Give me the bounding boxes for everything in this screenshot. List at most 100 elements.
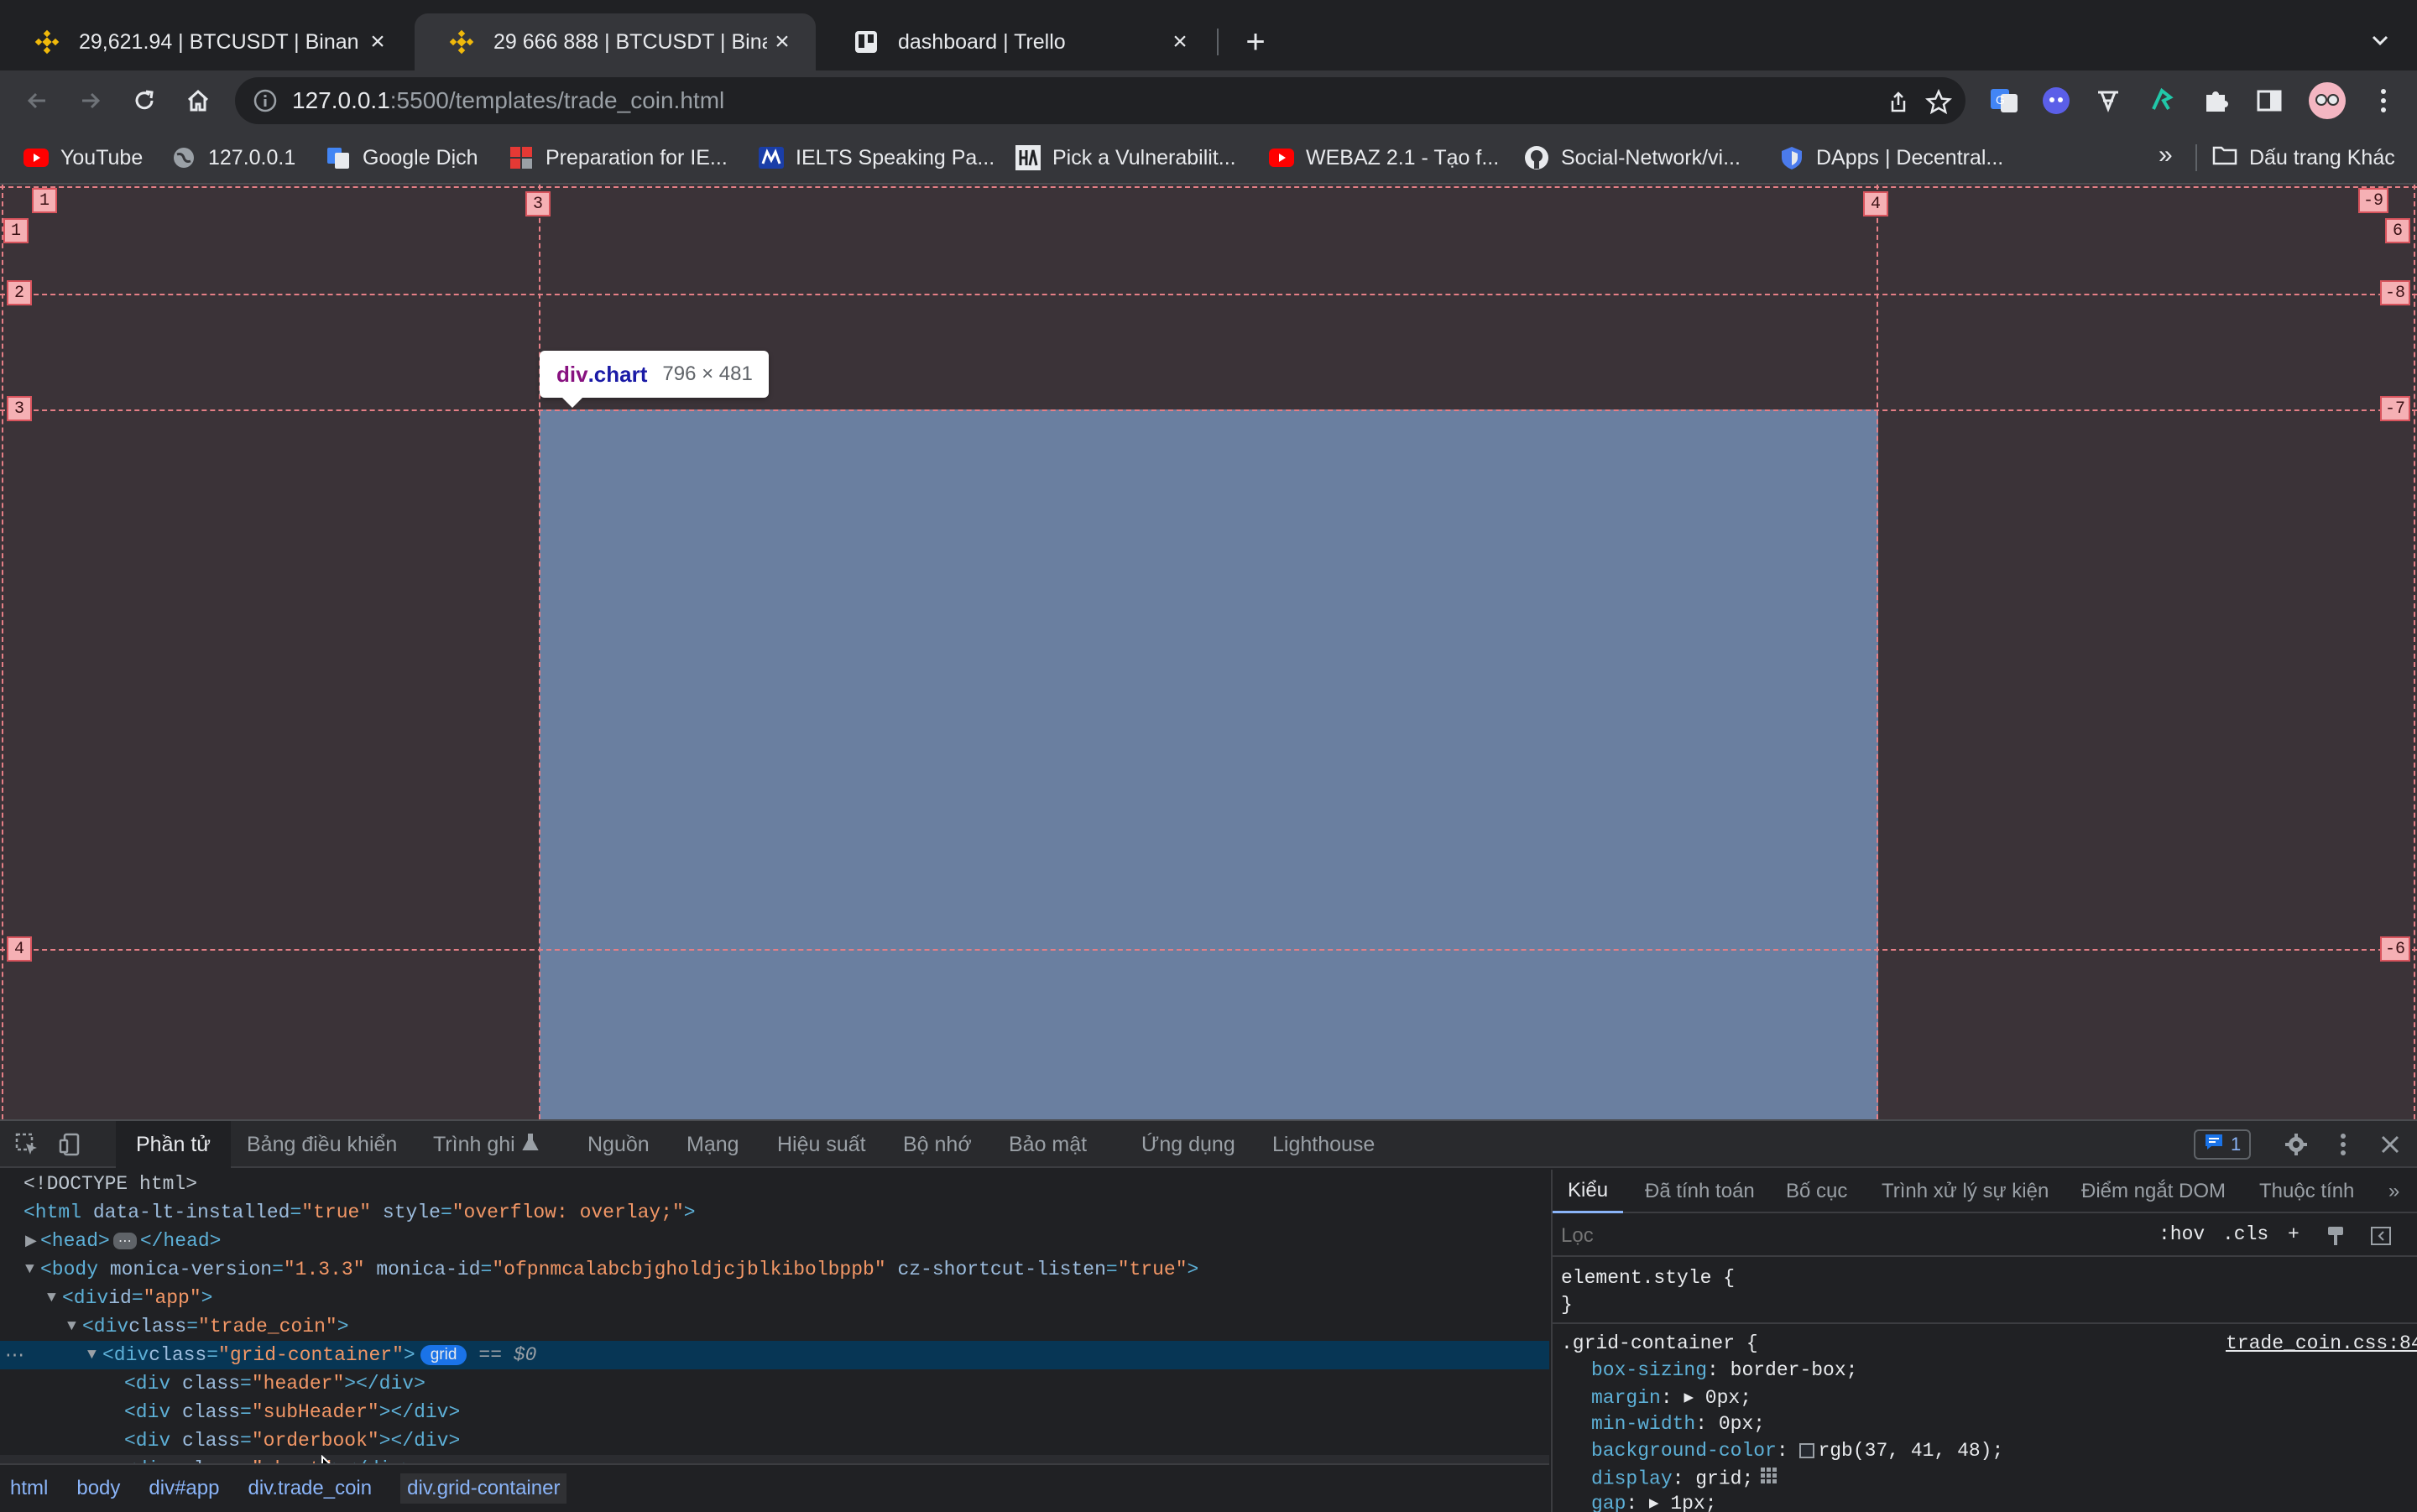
bookmark-other-folder[interactable]: Dấu trang Khác xyxy=(2212,143,2395,173)
puzzle-icon[interactable] xyxy=(2199,84,2232,117)
close-icon[interactable]: × xyxy=(1165,27,1195,57)
breadcrumb-item[interactable]: body xyxy=(76,1477,120,1500)
hov-toggle[interactable]: :hov xyxy=(2159,1223,2205,1245)
gear-icon[interactable] xyxy=(2281,1129,2311,1160)
ellipsis-icon[interactable]: ⋯ xyxy=(5,1344,24,1367)
side-panel-icon[interactable] xyxy=(2253,84,2286,117)
reload-icon[interactable] xyxy=(126,82,163,119)
expand-arrow-icon[interactable]: ▶ xyxy=(25,1232,40,1250)
bookmark-vulnerability[interactable]: Pick a Vulnerabilit... xyxy=(1015,143,1236,173)
breadcrumb-item[interactable]: div.trade_coin xyxy=(248,1477,372,1500)
sidebar-toggle-icon[interactable] xyxy=(2370,1225,2392,1253)
new-tab-button[interactable]: + xyxy=(1237,23,1274,60)
forward-icon[interactable] xyxy=(72,82,109,119)
styles-filter-input[interactable] xyxy=(1561,1220,2014,1252)
bookmark-ielts-prep[interactable]: Preparation for IE... xyxy=(509,143,728,173)
bookmark-dapps[interactable]: DApps | Decentral... xyxy=(1779,143,2003,173)
tab-layout[interactable]: Bố cục xyxy=(1786,1170,1847,1213)
back-icon[interactable] xyxy=(18,82,55,119)
tab-application[interactable]: Ứng dụng xyxy=(1141,1121,1235,1168)
close-icon[interactable]: × xyxy=(363,27,393,57)
css-declaration[interactable]: min-width: 0px; xyxy=(1591,1413,1765,1435)
css-declaration[interactable]: gap: ▸ 1px; xyxy=(1591,1492,1717,1512)
address-bar[interactable]: 127.0.0.1:5500/templates/trade_coin.html xyxy=(235,77,1965,124)
dom-node-grid-container[interactable]: ⋯ ▼ <div class = "grid-container" > grid == $0 xyxy=(0,1341,1549,1369)
more-tabs-icon[interactable]: » xyxy=(2388,1170,2399,1213)
dom-node-subheader[interactable]: <div class = "subHeader" ></div> xyxy=(0,1398,1549,1426)
dom-node-chart[interactable]: <div class="chart"></div> xyxy=(0,1455,1549,1463)
dom-node-orderbook[interactable]: <div class = "orderbook" ></div> xyxy=(0,1426,1549,1455)
css-source-link[interactable]: trade_coin.css:84 xyxy=(2226,1332,2417,1354)
dragon-icon[interactable] xyxy=(2145,84,2179,117)
chevron-down-icon[interactable] xyxy=(2365,25,2395,55)
tab-computed[interactable]: Đã tính toán xyxy=(1645,1170,1755,1213)
close-icon[interactable]: × xyxy=(767,27,797,57)
tab-performance[interactable]: Hiệu suất xyxy=(777,1121,866,1168)
collapse-arrow-icon[interactable]: ▼ xyxy=(87,1347,102,1363)
avatar[interactable] xyxy=(2308,81,2347,120)
collapse-arrow-icon[interactable]: ▼ xyxy=(25,1261,40,1278)
dom-node-head[interactable]: ▶ <head> ⋯ </head> xyxy=(0,1227,1549,1255)
css-declaration[interactable]: box-sizing: border-box; xyxy=(1591,1359,1857,1381)
bookmark-ielts-speaking[interactable]: IELTS Speaking Pa... xyxy=(759,143,994,173)
dom-node-header[interactable]: <div class = "header" ></div> xyxy=(0,1369,1549,1398)
tab-network[interactable]: Mạng xyxy=(686,1121,739,1168)
bookmark-google-translate[interactable]: Google Dịch xyxy=(326,143,478,173)
dom-node-trade-coin[interactable]: ▼ <div class = "trade_coin" > xyxy=(0,1312,1549,1341)
cls-toggle[interactable]: .cls xyxy=(2222,1223,2268,1245)
menu-kebab-icon[interactable] xyxy=(2367,84,2400,117)
dom-node-app[interactable]: ▼ <div id = "app" > xyxy=(0,1284,1549,1312)
css-selector[interactable]: .grid-container { xyxy=(1561,1332,1758,1354)
issues-badge[interactable]: 1 xyxy=(2194,1129,2252,1160)
tab-event-listeners[interactable]: Trình xử lý sự kiện xyxy=(1882,1170,2049,1213)
bookmarks-overflow-button[interactable]: » xyxy=(2159,141,2173,169)
tab-dom-breakpoints[interactable]: Điểm ngắt DOM xyxy=(2081,1170,2226,1213)
tab-properties[interactable]: Thuộc tính xyxy=(2259,1170,2354,1213)
tab-elements[interactable]: Phần tử xyxy=(116,1121,232,1168)
tab-console[interactable]: Bảng điều khiển xyxy=(247,1121,397,1168)
bookmark-localhost[interactable]: 127.0.0.1 xyxy=(171,143,295,173)
info-icon[interactable] xyxy=(252,87,279,114)
home-icon[interactable] xyxy=(180,82,217,119)
tab-sources[interactable]: Nguồn xyxy=(587,1121,650,1168)
breadcrumb-item-current[interactable]: div.grid-container xyxy=(400,1473,567,1504)
more-options-icon[interactable] xyxy=(2328,1129,2358,1160)
browser-tab[interactable]: 29,621.94 | BTCUSDT | Binan × xyxy=(0,13,411,70)
collapse-arrow-icon[interactable]: ▼ xyxy=(47,1290,62,1306)
grid-badge[interactable]: grid xyxy=(420,1345,467,1365)
tab-security[interactable]: Bảo mật xyxy=(1009,1121,1087,1168)
grid-editor-icon[interactable] xyxy=(1760,1467,1778,1491)
css-declaration[interactable]: display: grid; xyxy=(1591,1467,1778,1491)
color-swatch[interactable] xyxy=(1799,1442,1815,1458)
dictionary-icon[interactable] xyxy=(2091,84,2125,117)
bookmark-youtube[interactable]: YouTube xyxy=(23,143,143,173)
device-toolbar-icon[interactable] xyxy=(55,1129,86,1160)
share-icon[interactable] xyxy=(1882,86,1915,119)
browser-tab[interactable]: dashboard | Trello × xyxy=(819,13,1214,70)
element-style-rule[interactable]: element.style { xyxy=(1561,1267,1735,1289)
tab-recorder[interactable]: Trình ghi xyxy=(433,1121,539,1168)
dom-node-html[interactable]: <html data-lt-installed = "true" style = "ov… xyxy=(0,1198,1549,1227)
close-icon[interactable] xyxy=(2375,1129,2405,1160)
dom-node-body[interactable]: ▼ <body monica-version = "1.3.3" monica-id =… xyxy=(0,1255,1549,1284)
google-translate-icon[interactable]: G xyxy=(1987,84,2021,117)
breadcrumb-item[interactable]: div#app xyxy=(149,1477,219,1500)
tab-styles[interactable]: Kiểu xyxy=(1553,1170,1624,1213)
dom-node-doctype[interactable]: <!DOCTYPE html> xyxy=(0,1170,1549,1198)
collapse-arrow-icon[interactable]: ▼ xyxy=(67,1318,82,1335)
css-declaration[interactable]: background-color: rgb(37, 41, 48); xyxy=(1591,1440,2003,1462)
inspect-element-icon[interactable] xyxy=(12,1129,42,1160)
breadcrumb-item[interactable]: html xyxy=(10,1477,48,1500)
bookmark-github[interactable]: Social-Network/vi... xyxy=(1524,143,1741,173)
tab-lighthouse[interactable]: Lighthouse xyxy=(1272,1121,1375,1168)
plus-icon[interactable]: + xyxy=(2288,1223,2300,1245)
url-text[interactable]: 127.0.0.1:5500/templates/trade_coin.html xyxy=(292,87,724,114)
monica-icon[interactable] xyxy=(2039,84,2073,117)
star-icon[interactable] xyxy=(1922,86,1955,119)
tab-memory[interactable]: Bộ nhớ xyxy=(903,1121,972,1168)
css-declaration[interactable]: margin: ▸ 0px; xyxy=(1591,1386,1751,1409)
ellipsis-icon[interactable]: ⋯ xyxy=(112,1233,137,1249)
paint-brush-icon[interactable] xyxy=(2325,1225,2347,1253)
bookmark-webaz[interactable]: WEBAZ 2.1 - Tạo f... xyxy=(1269,143,1499,173)
elements-tree[interactable]: <!DOCTYPE html> <html data-lt-installed =… xyxy=(0,1170,1549,1463)
